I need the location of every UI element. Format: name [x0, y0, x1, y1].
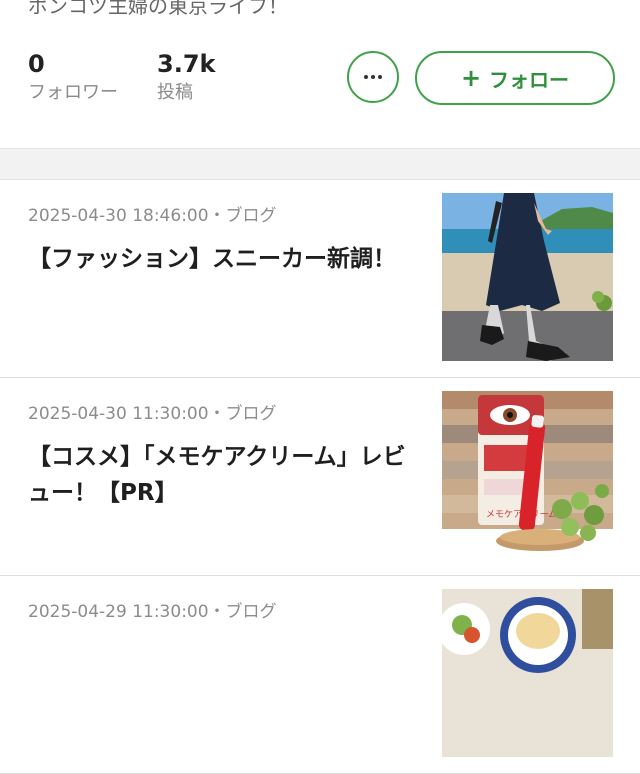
food-plates-photo-icon [442, 589, 613, 757]
article-thumbnail[interactable]: メモケアクリーム [442, 391, 613, 559]
posts-stat[interactable]: 3.7k 投稿 [157, 50, 215, 104]
followers-count: 0 [28, 50, 45, 78]
article-title[interactable]: 【コスメ】「メモケアクリーム」レビュー！【PR】 [28, 439, 418, 511]
article-item[interactable]: 2025-04-30 11:30:00・ブログ 【コスメ】「メモケアクリーム」レ… [0, 377, 640, 576]
followers-stat[interactable]: 0 フォロワー [28, 50, 118, 104]
more-options-button[interactable] [347, 51, 399, 103]
profile-bio: ポンコツ主婦の東京ライフ！ [28, 0, 288, 18]
posts-count: 3.7k [157, 50, 216, 78]
posts-label: 投稿 [157, 82, 193, 103]
beach-walk-photo-icon [442, 193, 613, 361]
article-item[interactable]: 2025-04-29 11:30:00・ブログ [0, 575, 640, 774]
article-meta: 2025-04-30 11:30:00・ブログ [28, 404, 277, 424]
ellipsis-icon [364, 75, 382, 79]
follow-button[interactable]: + フォロー [415, 51, 615, 105]
followers-label: フォロワー [28, 82, 118, 103]
eye-cream-product-photo-icon: メモケアクリーム [442, 391, 613, 559]
article-meta: 2025-04-30 18:46:00・ブログ [28, 206, 277, 226]
plus-icon: + [460, 64, 482, 92]
section-divider [0, 148, 640, 180]
article-item[interactable]: 2025-04-30 18:46:00・ブログ 【ファッション】スニーカー新調！ [0, 179, 640, 378]
article-thumbnail[interactable] [442, 589, 613, 757]
article-thumbnail[interactable] [442, 193, 613, 361]
follow-label: フォロー [489, 67, 570, 92]
article-title[interactable]: 【ファッション】スニーカー新調！ [28, 241, 418, 277]
article-meta: 2025-04-29 11:30:00・ブログ [28, 602, 277, 622]
